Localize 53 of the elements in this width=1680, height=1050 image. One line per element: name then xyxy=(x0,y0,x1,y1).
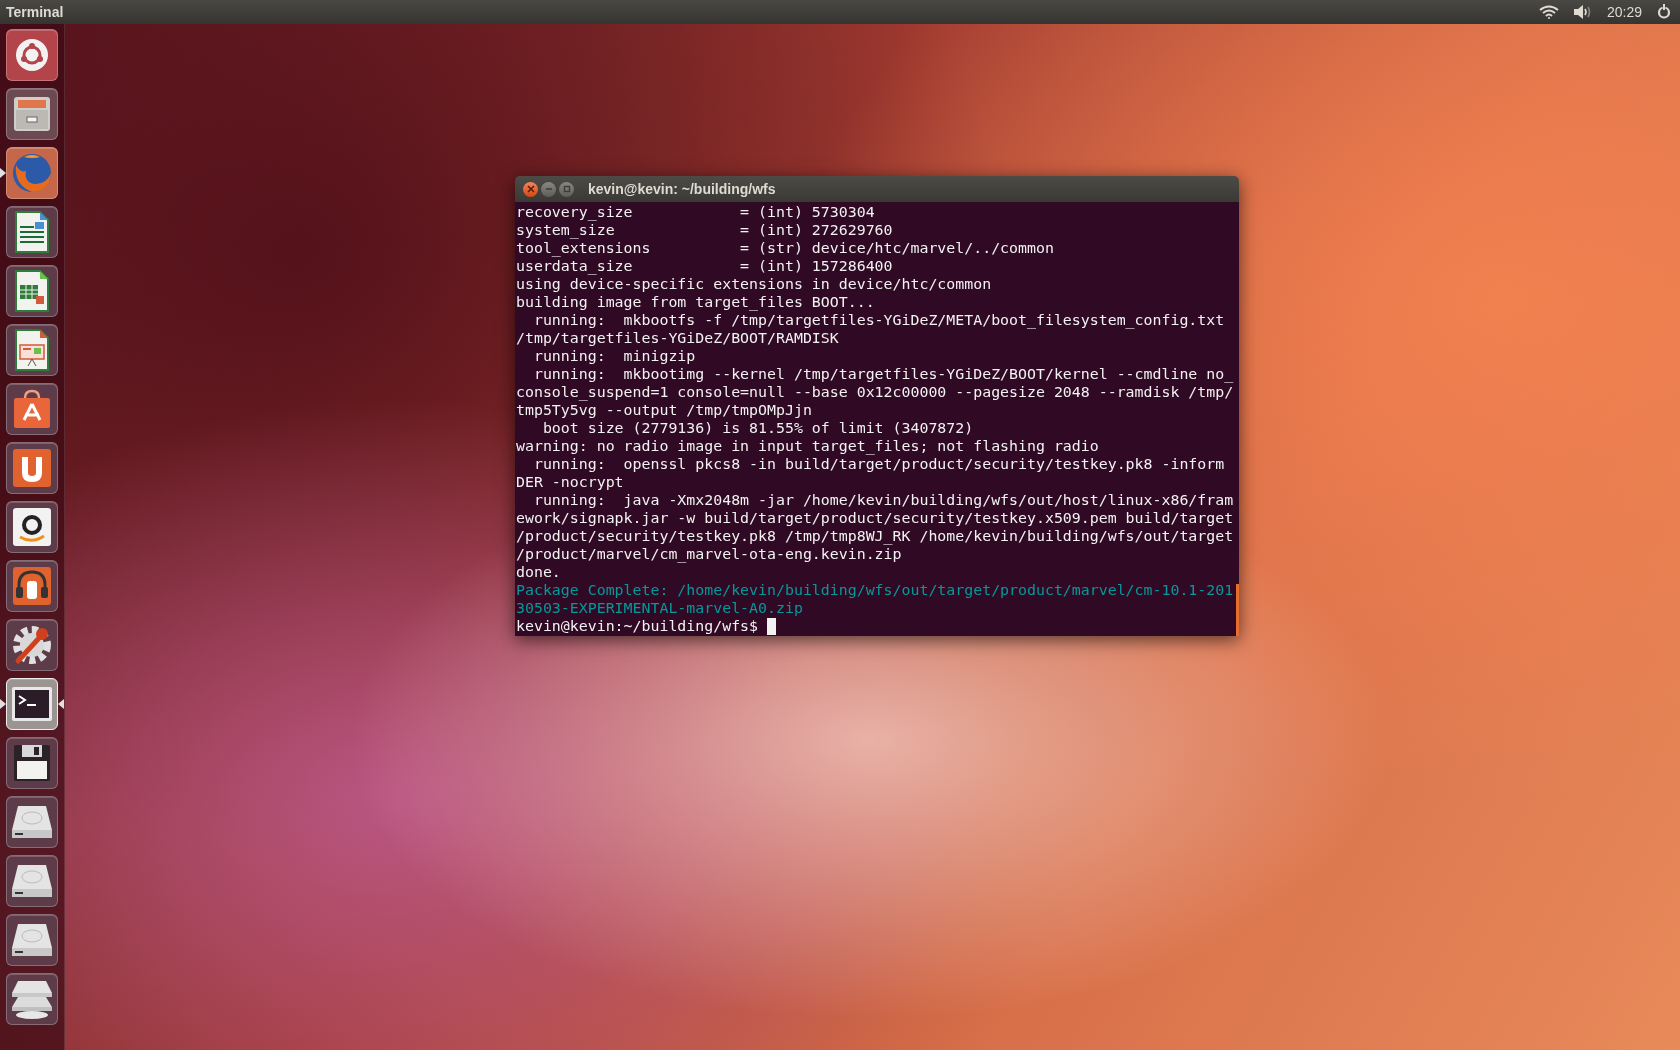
text-document-icon xyxy=(14,210,50,254)
presentation-icon xyxy=(14,328,50,372)
globe-with-fox-icon xyxy=(10,151,54,195)
output-line: running: minigzip xyxy=(532,347,696,365)
output-line: building image from target_files BOOT... xyxy=(516,293,875,311)
output-line: running: mkbootimg --kernel /tmp/targetfiles-YGiDeZ/BOOT/kernel --cmdline no_ xyxy=(532,365,1234,383)
output-line: ework/signapk.jar -w build/target/product/security/testkey.x509.pem build/target xyxy=(516,509,1234,527)
headphones-icon xyxy=(11,565,53,607)
output-line: system_size = (int) 272629760 xyxy=(516,221,893,239)
hard-drive-icon xyxy=(10,863,54,899)
maximize-icon xyxy=(562,185,571,193)
output-line: /tmp/targetfiles-YGiDeZ/BOOT/RAMDISK xyxy=(516,329,839,347)
output-line: running: mkbootfs -f /tmp/targetfiles-YGiDeZ/META/boot_filesystem_config.txt xyxy=(532,311,1225,329)
output-line: 30503-EXPERIMENTAL-marvel-A0.zip xyxy=(516,599,803,617)
output-line: DER -nocrypt xyxy=(516,473,624,491)
clock[interactable]: 20:29 xyxy=(1606,4,1642,20)
output-line: tool_extensions = (str) device/htc/marvel/../common xyxy=(516,239,1054,257)
text-cursor xyxy=(767,617,777,635)
window-title: kevin@kevin: ~/building/wfs xyxy=(588,181,776,197)
wifi-icon[interactable] xyxy=(1538,5,1559,19)
output-line: recovery_size = (int) 5730304 xyxy=(516,203,875,221)
gear-and-wrench-icon xyxy=(10,623,54,667)
terminal-icon xyxy=(11,686,53,722)
minimize-icon xyxy=(544,185,553,193)
close-icon xyxy=(526,185,535,193)
output-line: userdata_size = (int) 157286400 xyxy=(516,257,893,275)
launcher-button[interactable] xyxy=(6,678,58,730)
output-line: console_suspend=1 console=null --base 0x12c00000 --pagesize 2048 --ramdisk /tmp/ xyxy=(516,383,1234,401)
output-line: using device-specific extensions in device/htc/common xyxy=(516,275,992,293)
output-line: running: java -Xmx2048m -jar /home/kevin/building/wfs/out/host/linux-x86/fram xyxy=(532,491,1234,509)
smile-arrow-tile-icon xyxy=(11,506,53,548)
stacked-drives-icon xyxy=(10,979,54,1019)
minimize-button[interactable] xyxy=(541,181,556,197)
output-line: /product/security/testkey.pk8 /tmp/tmp8WJ_RK /home/kevin/building/wfs/out/target xyxy=(516,527,1234,545)
output-line: /product/marvel/cm_marvel-ota-eng.kevin.zip xyxy=(516,545,902,563)
hard-drive-icon xyxy=(10,922,54,958)
shopping-bag-icon xyxy=(11,388,53,430)
app-title: Terminal xyxy=(6,4,64,20)
output-line: warning: no radio image in input target_files; not flashing radio xyxy=(516,437,1099,455)
power-icon[interactable] xyxy=(1656,4,1672,20)
output-line: Package Complete: /home/kevin/building/wfs/out/target/product/marvel/cm-10.1-201 xyxy=(516,581,1234,599)
output-line: boot size (2779136) is 81.55% of limit (3407872) xyxy=(541,419,974,437)
output-line: tmp5Ty5vg --output /tmp/tmpOMpJjn xyxy=(516,401,812,419)
hard-drive-icon xyxy=(10,804,54,840)
circle-of-friends-icon xyxy=(15,38,49,72)
output-line: running: openssl pkcs8 -in build/target/product/security/testkey.pk8 -inform xyxy=(532,455,1225,473)
spreadsheet-icon xyxy=(14,269,50,313)
shell-prompt: kevin@kevin:~/building/wfs$ xyxy=(516,617,760,635)
maximize-button[interactable] xyxy=(559,181,574,197)
close-button[interactable] xyxy=(523,181,538,197)
output-line: done. xyxy=(516,563,561,581)
file-cabinet-icon xyxy=(12,95,52,133)
volume-icon[interactable] xyxy=(1572,4,1593,20)
